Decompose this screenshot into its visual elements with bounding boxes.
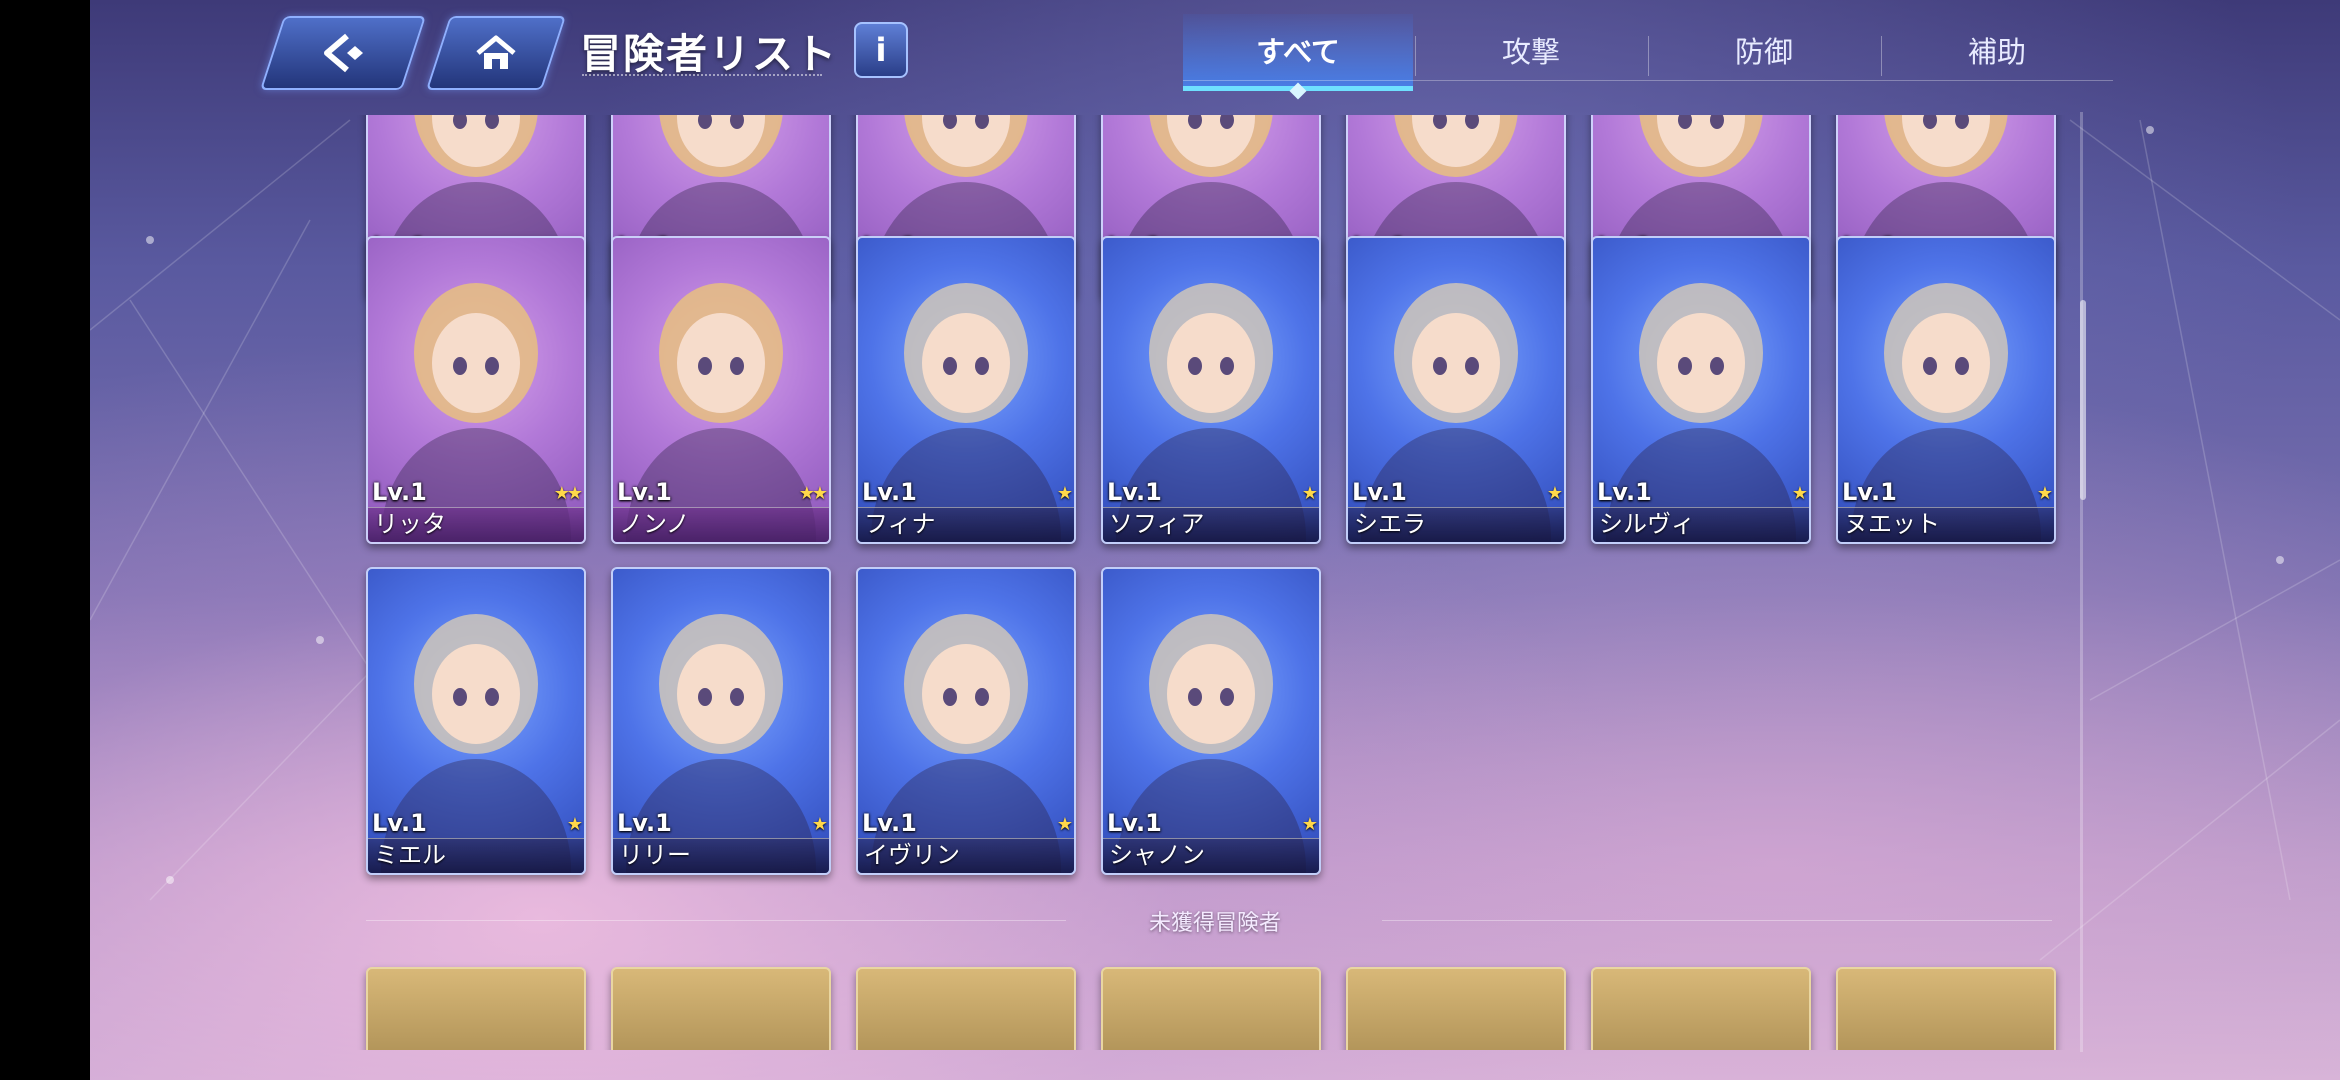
adventurer-card[interactable]: Lv.1 ★ リリー [611,567,831,875]
locked-adventurer-card[interactable] [1591,967,1811,1050]
back-arrow-icon [274,18,412,88]
level-label: Lv.1 [1597,478,1652,506]
rarity-stars: ★ [2036,483,2053,504]
level-label: Lv.1 [1107,478,1162,506]
rarity-stars: ★ [1056,483,1073,504]
adventurer-name: フィナ [864,510,936,538]
locked-adventurer-card[interactable] [611,967,831,1050]
level-label: Lv.1 [1842,478,1897,506]
adventurer-card[interactable]: Lv.1 ★★ リッタ [366,236,586,544]
adventurer-card[interactable]: Lv.1 ★ シャノン [1101,567,1321,875]
adventurer-name: リリー [619,841,691,869]
level-label: Lv.1 [862,478,917,506]
adventurer-grid[interactable]: Lv.1★★アリシアLv.1★★アイリーンLv.1★★コンチータLv.1★★キキ… [90,115,2340,1050]
adventurer-card[interactable]: Lv.1 ★★ ノンノ [611,236,831,544]
home-icon [440,18,552,88]
level-label: Lv.1 [1107,809,1162,837]
adventurer-name: リッタ [374,510,446,538]
adventurer-name: シャノン [1109,841,1205,869]
locked-adventurer-card[interactable] [366,967,586,1050]
adventurer-card[interactable]: Lv.1 ★ シエラ [1346,236,1566,544]
adventurer-name: イヴリン [864,841,960,869]
unacquired-section-label: 未獲得冒険者 [1148,911,1281,936]
adventurer-name: ヌエット [1844,510,1940,538]
level-label: Lv.1 [862,809,917,837]
level-label: Lv.1 [372,478,427,506]
adventurer-name: ソフィア [1109,510,1205,538]
adventurer-name: シエラ [1354,510,1426,538]
level-label: Lv.1 [617,809,672,837]
rarity-stars: ★ [1056,814,1073,835]
adventurer-card[interactable]: Lv.1 ★ ヌエット [1836,236,2056,544]
rarity-stars: ★ [566,814,583,835]
adventurer-list-screen: 冒険者リスト i すべて 攻撃 防御 補助 Lv.1★★アリシアLv.1★★アイ… [90,0,2340,1080]
rarity-stars: ★ [1791,483,1808,504]
rarity-stars: ★★ [553,483,583,504]
rarity-stars: ★ [1546,483,1563,504]
tab-attack[interactable]: 攻撃 [1416,14,1646,86]
adventurer-card[interactable]: Lv.1 ★ シルヴィ [1591,236,1811,544]
locked-adventurer-card[interactable] [1836,967,2056,1050]
tab-support[interactable]: 補助 [1882,14,2112,86]
page-title: 冒険者リスト [580,30,838,78]
adventurer-name: シルヴィ [1599,510,1695,538]
info-button[interactable]: i [854,22,908,78]
home-button[interactable] [425,16,567,90]
level-label: Lv.1 [1352,478,1407,506]
locked-adventurer-card[interactable] [856,967,1076,1050]
back-button[interactable] [259,16,427,90]
rarity-stars: ★ [1301,814,1318,835]
level-label: Lv.1 [617,478,672,506]
locked-adventurer-card[interactable] [1346,967,1566,1050]
locked-adventurer-card[interactable] [1101,967,1321,1050]
adventurer-card[interactable]: Lv.1 ★ ミエル [366,567,586,875]
rarity-stars: ★ [811,814,828,835]
adventurer-name: ミエル [374,841,446,869]
adventurer-card[interactable]: Lv.1 ★ フィナ [856,236,1076,544]
adventurer-card[interactable]: Lv.1 ★ イヴリン [856,567,1076,875]
filter-tabs: すべて 攻撃 防御 補助 [1183,14,2113,91]
level-label: Lv.1 [372,809,427,837]
adventurer-name: ノンノ [619,510,690,538]
title-underline [582,74,822,76]
tab-defense[interactable]: 防御 [1649,14,1879,86]
tabs-baseline [1183,80,2113,81]
rarity-stars: ★★ [798,483,828,504]
scrollbar-thumb[interactable] [2080,300,2086,500]
adventurer-card[interactable]: Lv.1 ★ ソフィア [1101,236,1321,544]
scrollbar-track[interactable] [2080,112,2083,1052]
rarity-stars: ★ [1301,483,1318,504]
